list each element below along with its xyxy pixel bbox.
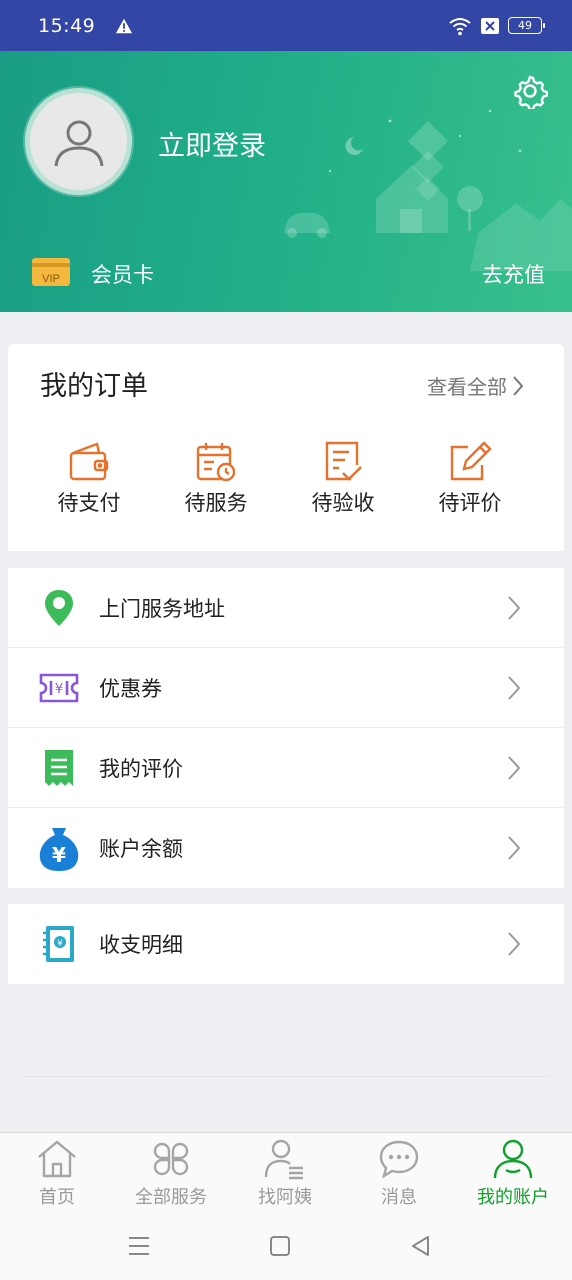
chevron-right-icon (508, 836, 521, 860)
person-list-icon (264, 1139, 303, 1180)
chevron-right-icon (513, 375, 524, 396)
menu-item-label: 账户余额 (99, 837, 183, 861)
avatar[interactable] (25, 88, 132, 195)
order-item-label: 待支付 (57, 491, 121, 515)
tab-label: 我的账户 (477, 1187, 549, 1208)
home-icon (38, 1140, 76, 1178)
menu-item-income-expense[interactable]: ¥ 收支明细 (8, 904, 564, 984)
orders-title: 我的订单 (40, 371, 148, 402)
vip-card-icon: VIP (32, 258, 70, 286)
view-all-orders-link[interactable]: 查看全部 (427, 371, 525, 400)
tab-find-nanny[interactable]: 找阿姨 (228, 1137, 342, 1209)
menu-item-label: 优惠券 (99, 676, 162, 701)
bottom-tab-bar: 首页 全部服务 找阿姨 消息 我的账户 (0, 1132, 572, 1212)
menu-item-service-address[interactable]: 上门服务地址 (8, 568, 564, 648)
wifi-icon (449, 17, 471, 35)
warning-icon (116, 18, 133, 33)
user-avatar-icon (54, 120, 103, 166)
menu-icon[interactable] (127, 1234, 151, 1258)
order-item-label: 待评价 (438, 491, 502, 515)
order-pending-review[interactable]: 待评价 (420, 439, 520, 517)
tab-all-services[interactable]: 全部服务 (114, 1137, 228, 1209)
order-item-label: 待验收 (311, 491, 375, 515)
checklist-icon (325, 441, 362, 481)
menu-item-coupons[interactable]: ¥ 优惠券 (8, 648, 564, 728)
member-card-link[interactable]: 会员卡 (91, 259, 154, 289)
tab-label: 消息 (381, 1187, 417, 1208)
edit-icon (450, 441, 492, 481)
chevron-right-icon (508, 595, 521, 620)
tab-label: 首页 (39, 1187, 75, 1208)
chevron-right-icon (508, 932, 521, 956)
wallet-icon (69, 442, 109, 481)
calendar-clock-icon (196, 443, 236, 482)
tab-my-account[interactable]: 我的账户 (456, 1137, 570, 1209)
sim-off-icon (481, 17, 499, 34)
tab-messages[interactable]: 消息 (342, 1137, 456, 1209)
login-link[interactable]: 立即登录 (158, 124, 266, 163)
view-all-label: 查看全部 (427, 375, 507, 399)
ledger-icon: ¥ (43, 926, 74, 962)
status-time: 15:49 (38, 14, 96, 37)
order-pending-payment[interactable]: 待支付 (39, 439, 139, 517)
chevron-right-icon (508, 675, 521, 700)
status-bar: 15:49 49 (0, 0, 572, 51)
menu-card: 上门服务地址 ¥ 优惠券 我的评价 ¥ 账户余额 (8, 568, 564, 888)
tab-label: 全部服务 (135, 1187, 207, 1208)
order-pending-service[interactable]: 待服务 (166, 439, 266, 517)
svg-text:¥: ¥ (57, 939, 63, 949)
battery-indicator: 49 (508, 17, 545, 34)
chat-bubble-icon (379, 1140, 419, 1179)
ledger-card: ¥ 收支明细 (8, 904, 564, 984)
header-decoration (284, 109, 572, 271)
system-navigation-bar (0, 1212, 572, 1280)
divider (22, 1076, 550, 1077)
chevron-right-icon (508, 755, 521, 780)
svg-text:VIP: VIP (42, 273, 60, 285)
user-icon (493, 1139, 533, 1179)
money-bag-icon: ¥ (39, 828, 79, 871)
menu-item-balance[interactable]: ¥ 账户余额 (8, 808, 564, 888)
svg-text:¥: ¥ (55, 682, 63, 697)
orders-card: 我的订单 查看全部 待支付 待服务 待验收 待评价 (8, 344, 564, 551)
location-pin-icon (45, 589, 73, 626)
svg-text:¥: ¥ (52, 843, 66, 867)
menu-item-label: 收支明细 (99, 933, 183, 957)
order-item-label: 待服务 (184, 491, 248, 515)
profile-header: 立即登录 VIP 会员卡 去充值 (0, 51, 572, 312)
menu-item-my-reviews[interactable]: 我的评价 (8, 728, 564, 808)
settings-gear-icon[interactable] (512, 73, 548, 109)
back-icon[interactable] (409, 1234, 433, 1258)
receipt-icon (45, 749, 73, 786)
menu-item-label: 上门服务地址 (99, 596, 225, 621)
home-button-icon[interactable] (268, 1234, 292, 1258)
order-pending-acceptance[interactable]: 待验收 (293, 439, 393, 517)
tab-home[interactable]: 首页 (0, 1137, 114, 1209)
tab-label: 找阿姨 (258, 1187, 312, 1208)
coupon-icon: ¥ (39, 673, 79, 702)
grid-icon (153, 1142, 189, 1176)
recharge-link[interactable]: 去充值 (482, 259, 545, 289)
menu-item-label: 我的评价 (99, 756, 183, 781)
